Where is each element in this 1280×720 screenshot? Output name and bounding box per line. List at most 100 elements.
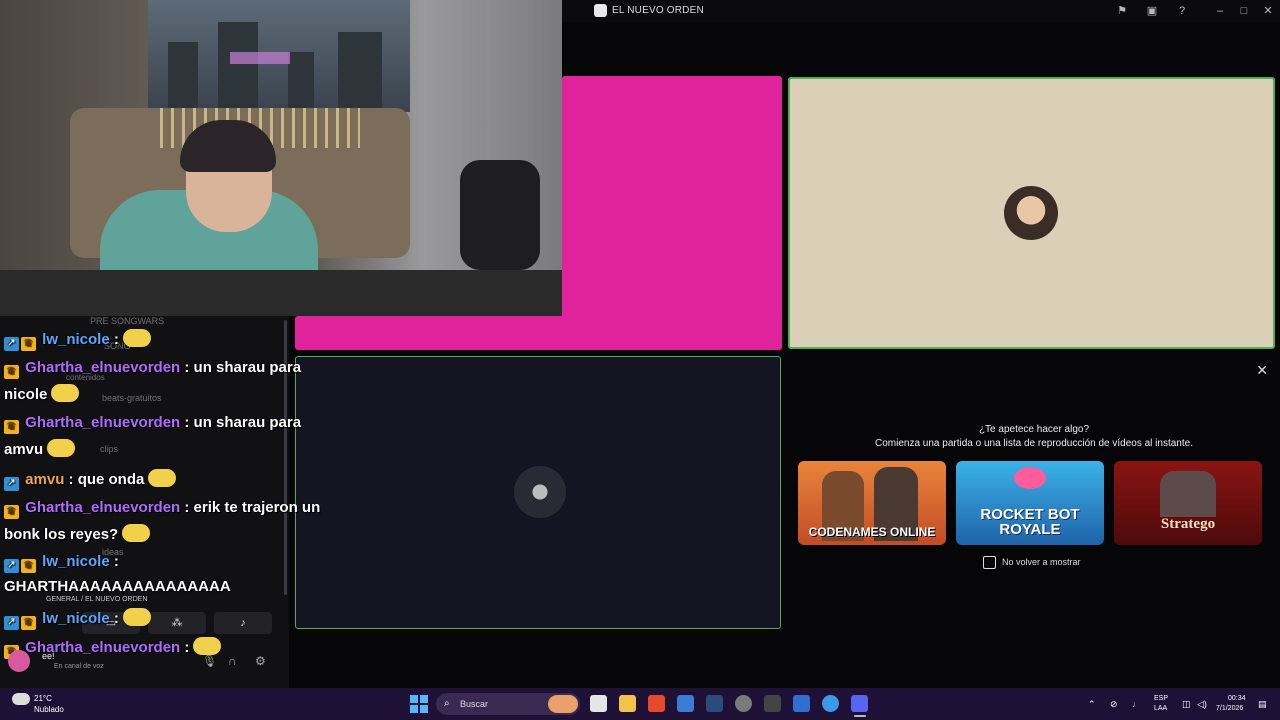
screen: EL NUEVO ORDEN ⚑ ▣ ? – □ ✕ ✕ ¿Te apetece… [0,0,1280,720]
chat-text: : [109,610,119,627]
video-tile-pink[interactable] [562,76,782,350]
language-indicator[interactable]: ESP [1154,695,1168,702]
chat-username: Ghartha_elnuevorden [25,414,181,431]
brave-browser-icon[interactable] [648,695,665,712]
chat-username: Ghartha_elnuevorden [25,359,181,376]
chat-message: ↗ ♛ lw_nicole : [4,553,119,573]
calculator-icon[interactable] [677,695,694,712]
game-title: ROCKET BOT ROYALE [980,506,1080,538]
chat-username: amvu [25,471,65,488]
chat-message-continued: amvu [4,439,76,458]
dont-show-checkbox[interactable] [983,556,996,569]
webcam-chair [460,160,540,270]
chevron-up-icon[interactable]: ⌃ [1088,699,1096,710]
avatar[interactable] [8,650,30,672]
prime-badge-icon: ↗ [4,337,19,351]
headphones-icon[interactable]: ∩ [228,654,237,668]
chat-text: nicole [4,386,48,403]
crown-badge-icon: ♛ [4,420,19,434]
minimize-button[interactable]: – [1212,3,1228,19]
screen-share-icon[interactable]: ▣ [1144,3,1160,19]
chat-message: ↗ ♛ lw_nicole : [4,608,151,630]
game-card-rocket-bot-royale[interactable]: ROCKET BOT ROYALE [956,461,1104,545]
chat-message: ↗ ♛ lw_nicole : [4,329,151,351]
chrome-icon[interactable] [735,695,752,712]
clock-time[interactable]: 00:34 [1228,695,1246,702]
chat-text: : [109,331,119,348]
chat-username: lw_nicole [42,331,110,348]
chat-text: amvu [4,441,44,458]
network-off-icon[interactable]: ⊘ [1110,699,1118,710]
prime-badge-icon: ↗ [4,559,19,573]
file-explorer-icon[interactable] [619,695,636,712]
microphone-icon[interactable]: 🎙︎ [202,654,217,668]
chat-username: lw_nicole [42,553,110,570]
steam-icon[interactable] [706,695,723,712]
activity-heading: ¿Te apetece hacer algo? [978,424,1090,435]
chat-text: bonk los reyes? [4,526,119,543]
user-status: En canal de voz [54,663,104,670]
game-card-codenames[interactable]: CODENAMES ONLINE [798,461,946,545]
chat-message: ♛ Ghartha_elnuevorden : un sharau para [4,414,301,434]
emote-icon [148,469,177,487]
cloud-icon[interactable] [12,693,30,705]
game-title: CODENAMES ONLINE [808,525,936,539]
dont-show-label: No volver a mostrar [1002,557,1081,567]
webcam-desk [0,270,562,316]
chat-text: : un sharau para [180,414,302,431]
task-view-icon[interactable] [590,695,607,712]
emote-icon [122,329,151,347]
active-app-indicator [854,715,866,717]
search-placeholder[interactable]: Buscar [460,699,488,709]
microphone-tray-icon[interactable]: ♩ [1132,699,1141,709]
game-title: Stratego [1160,516,1216,532]
close-button[interactable]: ✕ [1260,3,1276,19]
participant-avatar[interactable] [1004,186,1058,240]
chat-username: Ghartha_elnuevorden [25,499,181,516]
notification-icon[interactable]: ▤ [1258,699,1267,710]
keyboard-layout-indicator[interactable]: LAA [1154,705,1167,712]
webcam-neon-sign [230,52,290,64]
crown-badge-icon: ♛ [4,505,19,519]
soundboard-button[interactable]: ♪ [214,612,272,634]
maximize-button[interactable]: □ [1236,3,1252,19]
voice-channel-label: GENERAL / EL NUEVO ORDEN [46,596,148,603]
weather-temperature[interactable]: 21°C [34,694,52,703]
chat-text: : que onda [64,471,145,488]
app-icon[interactable] [764,695,781,712]
chat-message: ♛ Ghartha_elnuevorden : un sharau para [4,359,301,379]
prime-badge-icon: ↗ [4,477,19,491]
chat-message-continued: nicole [4,384,80,403]
windows-start-icon[interactable] [410,695,428,713]
clock-date[interactable]: 7/1/2026 [1216,705,1243,712]
gear-icon[interactable]: ⚙ [255,654,266,668]
speaker-icon[interactable]: ◁) [1197,699,1207,710]
help-icon[interactable]: ? [1174,3,1190,19]
activity-panel: ✕ ¿Te apetece hacer algo? Comienza una p… [788,356,1280,629]
chat-message: ↗ amvu : que onda [4,469,177,491]
search-highlight-image [548,695,578,713]
crown-badge-icon: ♛ [21,559,36,573]
wifi-icon[interactable]: ◫ [1182,699,1191,710]
emote-icon [122,524,151,542]
discord-taskbar-icon[interactable] [851,695,868,712]
chat-message: ♛ Ghartha_elnuevorden : erik te trajeron… [4,499,320,519]
activities-button[interactable]: ⁂ [148,612,206,634]
crown-badge-icon: ♛ [4,365,19,379]
game-card-stratego[interactable]: Stratego [1114,461,1262,545]
close-icon[interactable]: ✕ [1256,362,1268,379]
flag-icon[interactable]: ⚑ [1114,3,1130,19]
title-bar: EL NUEVO ORDEN ⚑ ▣ ? – □ ✕ [562,0,1280,22]
prime-badge-icon: ↗ [4,616,19,630]
search-icon: ⌕ [444,698,450,709]
activity-subheading: Comienza una partida o una lista de repr… [875,438,1193,449]
participant-avatar[interactable] [514,466,566,518]
chat-text: : [109,553,119,570]
weather-description[interactable]: Nublado [34,705,64,714]
crown-badge-icon: ♛ [21,616,36,630]
chat-message-continued: bonk los reyes? [4,524,151,543]
notepad-icon[interactable] [793,695,810,712]
webcam-feed [0,0,562,316]
chat-text: : [180,639,190,656]
sync-app-icon[interactable] [822,695,839,712]
